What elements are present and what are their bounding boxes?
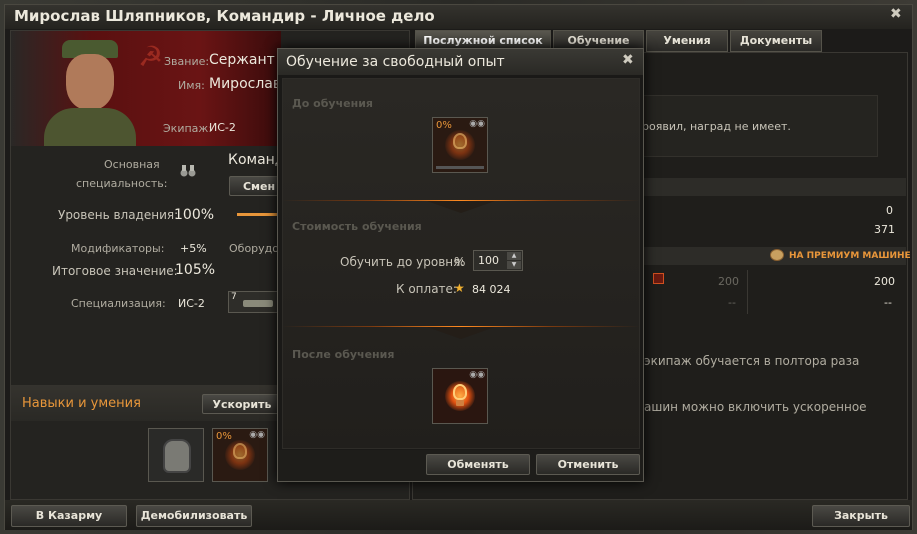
- col-a-value-2: --: [728, 296, 736, 309]
- name-label: Имя:: [178, 79, 205, 92]
- main-spec-label-1: Основная: [104, 158, 160, 171]
- tank-icon: [243, 300, 273, 307]
- after-title: После обучения: [292, 348, 395, 361]
- new-skill-percent: 0%: [216, 431, 232, 442]
- train-to-label: Обучить до уровня:: [340, 255, 465, 269]
- info-text-2: ашин можно включить ускоренное: [644, 400, 867, 414]
- premium-label: НА ПРЕМИУМ МАШИНЕ: [789, 251, 911, 261]
- dialog-title: Обучение за свободный опыт: [286, 54, 505, 70]
- crew-value: ИС-2: [209, 121, 236, 134]
- percent-sign: %: [454, 255, 466, 269]
- separator-2-chevron: [427, 327, 495, 339]
- stats-header: [630, 178, 906, 196]
- after-bulb-base: [456, 400, 464, 406]
- pay-value: 84 024: [472, 283, 511, 296]
- lightbulb-icon: [233, 443, 247, 459]
- final-value: 105%: [175, 262, 216, 278]
- rank-label: Звание:: [164, 55, 210, 68]
- hammer-sickle-icon: ☭: [138, 40, 164, 73]
- cancel-button[interactable]: Отменить: [536, 454, 640, 475]
- before-progress-track: [436, 166, 484, 169]
- separator-1-chevron: [427, 201, 495, 213]
- accelerate-button[interactable]: Ускорить: [202, 394, 282, 414]
- tank-tier-label: 7: [231, 292, 237, 302]
- binoculars-icon: [180, 164, 196, 178]
- uniform-shape: [44, 108, 136, 146]
- modifiers-value: +5%: [180, 242, 207, 255]
- stat-value-2: 371: [874, 223, 895, 236]
- stat-value-1: 0: [886, 204, 893, 217]
- col-b-value-2: --: [884, 296, 892, 309]
- before-binoculars-icon: ◉◉: [469, 119, 485, 129]
- pay-label: К оплате:: [396, 282, 457, 296]
- commander-portrait: [40, 36, 140, 146]
- premium-coin-icon: [770, 249, 784, 261]
- demobilize-button[interactable]: Демобилизовать: [136, 505, 252, 527]
- tab-documents[interactable]: Документы: [730, 30, 822, 52]
- after-skill-tile: ◉◉: [432, 368, 488, 424]
- level-stepper-value[interactable]: 100: [478, 254, 499, 267]
- tab-skills[interactable]: Умения: [646, 30, 728, 52]
- spec-label: Специализация:: [71, 297, 166, 310]
- window-close-icon[interactable]: ✖: [890, 6, 902, 22]
- skill-tile-fist[interactable]: [148, 428, 204, 482]
- crew-label: Экипаж:: [163, 122, 213, 135]
- skill-tile-new[interactable]: 0% ◉◉: [212, 428, 268, 482]
- column-divider: [747, 270, 748, 314]
- rank-value: Сержант: [209, 52, 275, 68]
- free-xp-star-icon: ★: [454, 281, 465, 295]
- dialog-close-icon[interactable]: ✖: [622, 52, 634, 68]
- fist-icon: [163, 439, 191, 473]
- col-a-value-1: 200: [718, 275, 739, 288]
- apply-button[interactable]: Обменять: [426, 454, 530, 475]
- mastery-value: 100%: [174, 207, 215, 223]
- bulb-small-icon: [653, 273, 664, 284]
- before-percent: 0%: [436, 120, 452, 131]
- binoculars-small-icon: ◉◉: [249, 430, 265, 440]
- mastery-progress-bar: [237, 213, 277, 216]
- spec-tank-slot[interactable]: 7: [228, 291, 280, 313]
- face-shape: [66, 54, 114, 110]
- close-button[interactable]: Закрыть: [812, 505, 910, 527]
- before-title: До обучения: [292, 97, 373, 110]
- stepper-down-icon[interactable]: ▼: [507, 261, 521, 269]
- cost-title: Стоимость обучения: [292, 220, 422, 233]
- level-stepper[interactable]: 100 ▲ ▼: [473, 250, 523, 271]
- before-skill-tile: 0% ◉◉: [432, 117, 488, 173]
- after-binoculars-icon: ◉◉: [469, 370, 485, 380]
- col-b-value-1: 200: [874, 275, 895, 288]
- awards-text: роявил, наград не имеет.: [642, 120, 791, 133]
- spec-value: ИС-2: [178, 297, 205, 310]
- mastery-label: Уровень владения:: [58, 208, 179, 222]
- info-text-1: экипаж обучается в полтора раза: [644, 354, 860, 368]
- name-value: Мирослав: [209, 76, 282, 92]
- barracks-button[interactable]: В Казарму: [11, 505, 127, 527]
- modifiers-label: Модификаторы:: [71, 242, 165, 255]
- skills-title: Навыки и умения: [22, 396, 141, 411]
- main-spec-label-2: специальность:: [76, 177, 168, 190]
- before-lightbulb-icon: [453, 133, 467, 149]
- window-title: Мирослав Шляпников, Командир - Личное де…: [14, 7, 435, 25]
- after-lightbulb-icon: [453, 384, 467, 400]
- stepper-up-icon[interactable]: ▲: [507, 252, 521, 260]
- final-label: Итоговое значение:: [52, 264, 178, 278]
